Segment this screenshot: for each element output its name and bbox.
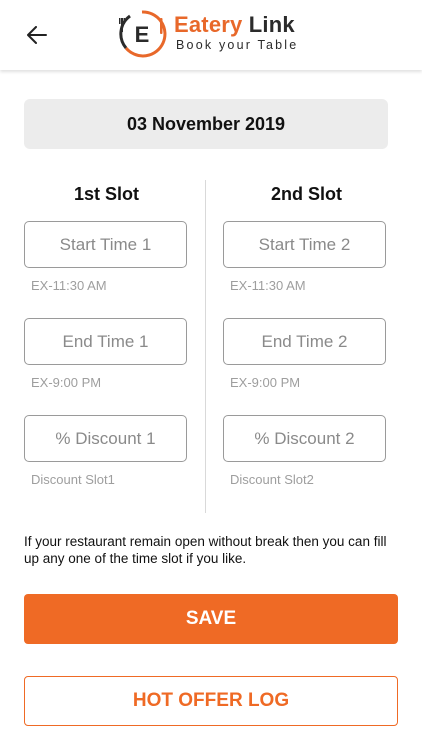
start-time-1-input[interactable]: Start Time 1 [24,221,187,268]
logo-mark-icon: E [119,10,167,58]
start-time-2-hint: EX-11:30 AM [230,278,306,293]
save-button[interactable]: SAVE [24,594,398,644]
logo-title: Eatery Link [174,12,295,38]
slot1-title: 1st Slot [73,184,139,204]
start-time-2-input[interactable]: Start Time 2 [223,221,386,268]
slot-info-note: If your restaurant remain open without b… [24,534,387,566]
discount-2-hint: Discount Slot2 [230,472,314,487]
discount-1-input[interactable]: % Discount 1 [24,415,187,462]
logo-tagline: Book your Table [176,38,299,52]
eatery-link-logo: E Eatery Link Book your Table [116,6,316,62]
slot-divider [205,180,206,513]
arrow-left-icon [27,26,47,44]
back-button[interactable] [22,20,52,50]
discount-2-input[interactable]: % Discount 2 [223,415,386,462]
date-selector[interactable]: 03 November 2019 [24,99,388,149]
end-time-2-input[interactable]: End Time 2 [223,318,386,365]
app-header: E Eatery Link Book your Table [0,0,422,70]
logo-title-part1: Eatery [174,12,249,37]
end-time-2-hint: EX-9:00 PM [230,375,301,390]
logo-mark-letter: E [135,22,150,47]
discount-1-hint: Discount Slot1 [31,472,115,487]
logo-title-part2: Link [248,12,295,37]
end-time-1-input[interactable]: End Time 1 [24,318,187,365]
hot-offer-log-button[interactable]: HOT OFFER LOG [24,676,398,726]
end-time-1-hint: EX-9:00 PM [31,375,102,390]
start-time-1-hint: EX-11:30 AM [31,278,107,293]
slot2-title: 2nd Slot [271,184,342,204]
